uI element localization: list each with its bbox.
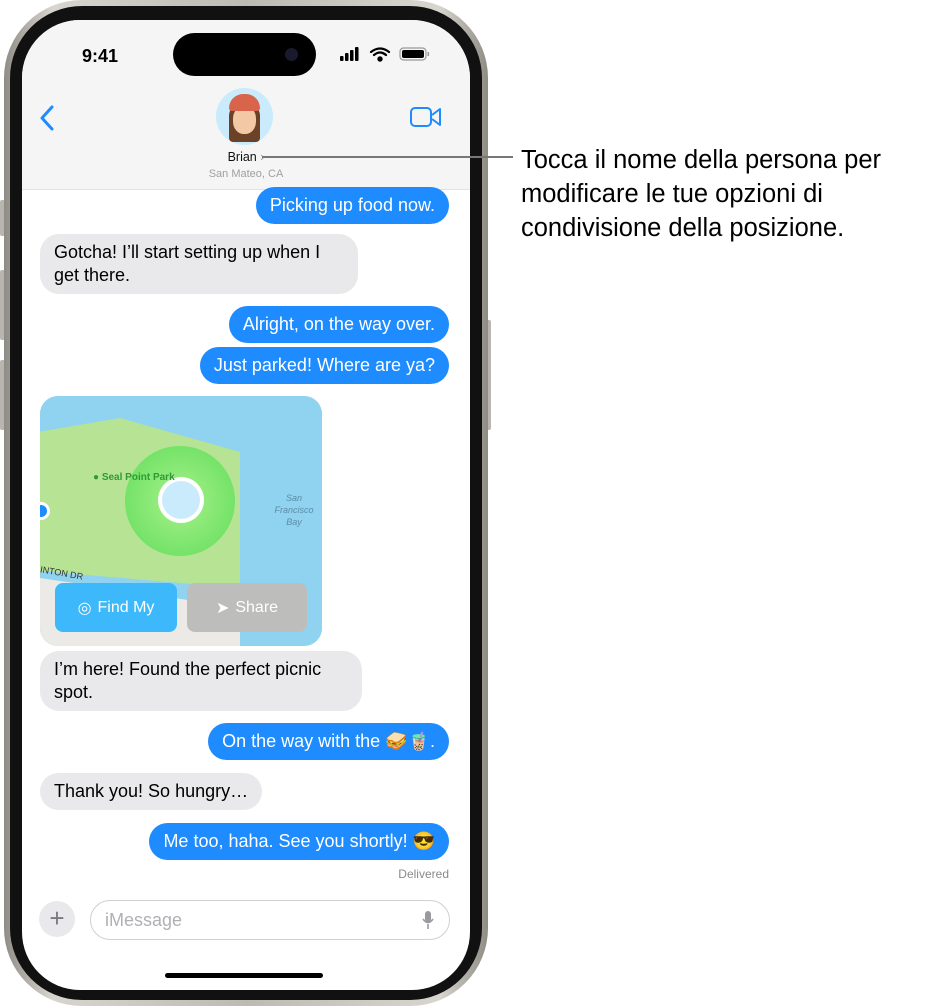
home-indicator xyxy=(165,973,323,978)
back-chevron-icon[interactable] xyxy=(38,104,56,132)
bay-label: San Francisco Bay xyxy=(274,493,314,527)
message-bubble: Alright, on the way over. xyxy=(228,306,449,343)
messages-screen: 9:41 Brian › San Mateo, CA Picking up fo… xyxy=(22,20,470,990)
location-arrow-icon: ➤ xyxy=(215,599,230,617)
contact-avatar[interactable] xyxy=(216,88,273,145)
callout-line xyxy=(262,156,513,158)
message-bubble: I’m here! Found the perfect picnic spot. xyxy=(40,651,362,711)
find-my-icon: ◎ xyxy=(77,599,92,617)
share-label: Share xyxy=(235,598,279,616)
find-my-label: Find My xyxy=(97,598,155,616)
message-bubble: Gotcha! I’ll start setting up when I get… xyxy=(40,234,358,294)
signal-icon xyxy=(340,47,359,61)
message-bubble: Picking up food now. xyxy=(255,187,449,224)
battery-icon xyxy=(399,47,430,61)
microphone-icon[interactable] xyxy=(421,910,435,930)
video-call-icon[interactable] xyxy=(410,106,442,128)
message-bubble: On the way with the 🥪🧋. xyxy=(208,723,449,760)
location-map-card[interactable]: ● Seal Point Park San Francisco Bay INTO… xyxy=(40,396,322,646)
contact-name[interactable]: Brian xyxy=(228,150,257,164)
message-bubble: Just parked! Where are ya? xyxy=(199,347,449,384)
status-time: 9:41 xyxy=(82,46,119,66)
message-bubble: Me too, haha. See you shortly! 😎 xyxy=(149,823,449,860)
message-placeholder: iMessage xyxy=(105,909,183,930)
wifi-icon xyxy=(369,47,391,62)
status-icons xyxy=(340,47,430,62)
message-input[interactable]: iMessage xyxy=(90,900,450,940)
delivered-status: Delivered xyxy=(398,867,449,881)
message-bubble: Thank you! So hungry… xyxy=(40,773,263,810)
park-label: ● Seal Point Park xyxy=(93,472,175,483)
contact-location: San Mateo, CA xyxy=(208,168,284,180)
annotation-text: Tocca il nome della persona per modifica… xyxy=(521,146,882,242)
plus-icon[interactable]: + xyxy=(39,901,75,937)
contact-location-pin[interactable] xyxy=(158,477,204,523)
dynamic-island xyxy=(173,33,316,76)
share-button[interactable]: ➤ Share xyxy=(187,583,307,632)
find-my-button[interactable]: ◎ Find My xyxy=(55,583,177,632)
